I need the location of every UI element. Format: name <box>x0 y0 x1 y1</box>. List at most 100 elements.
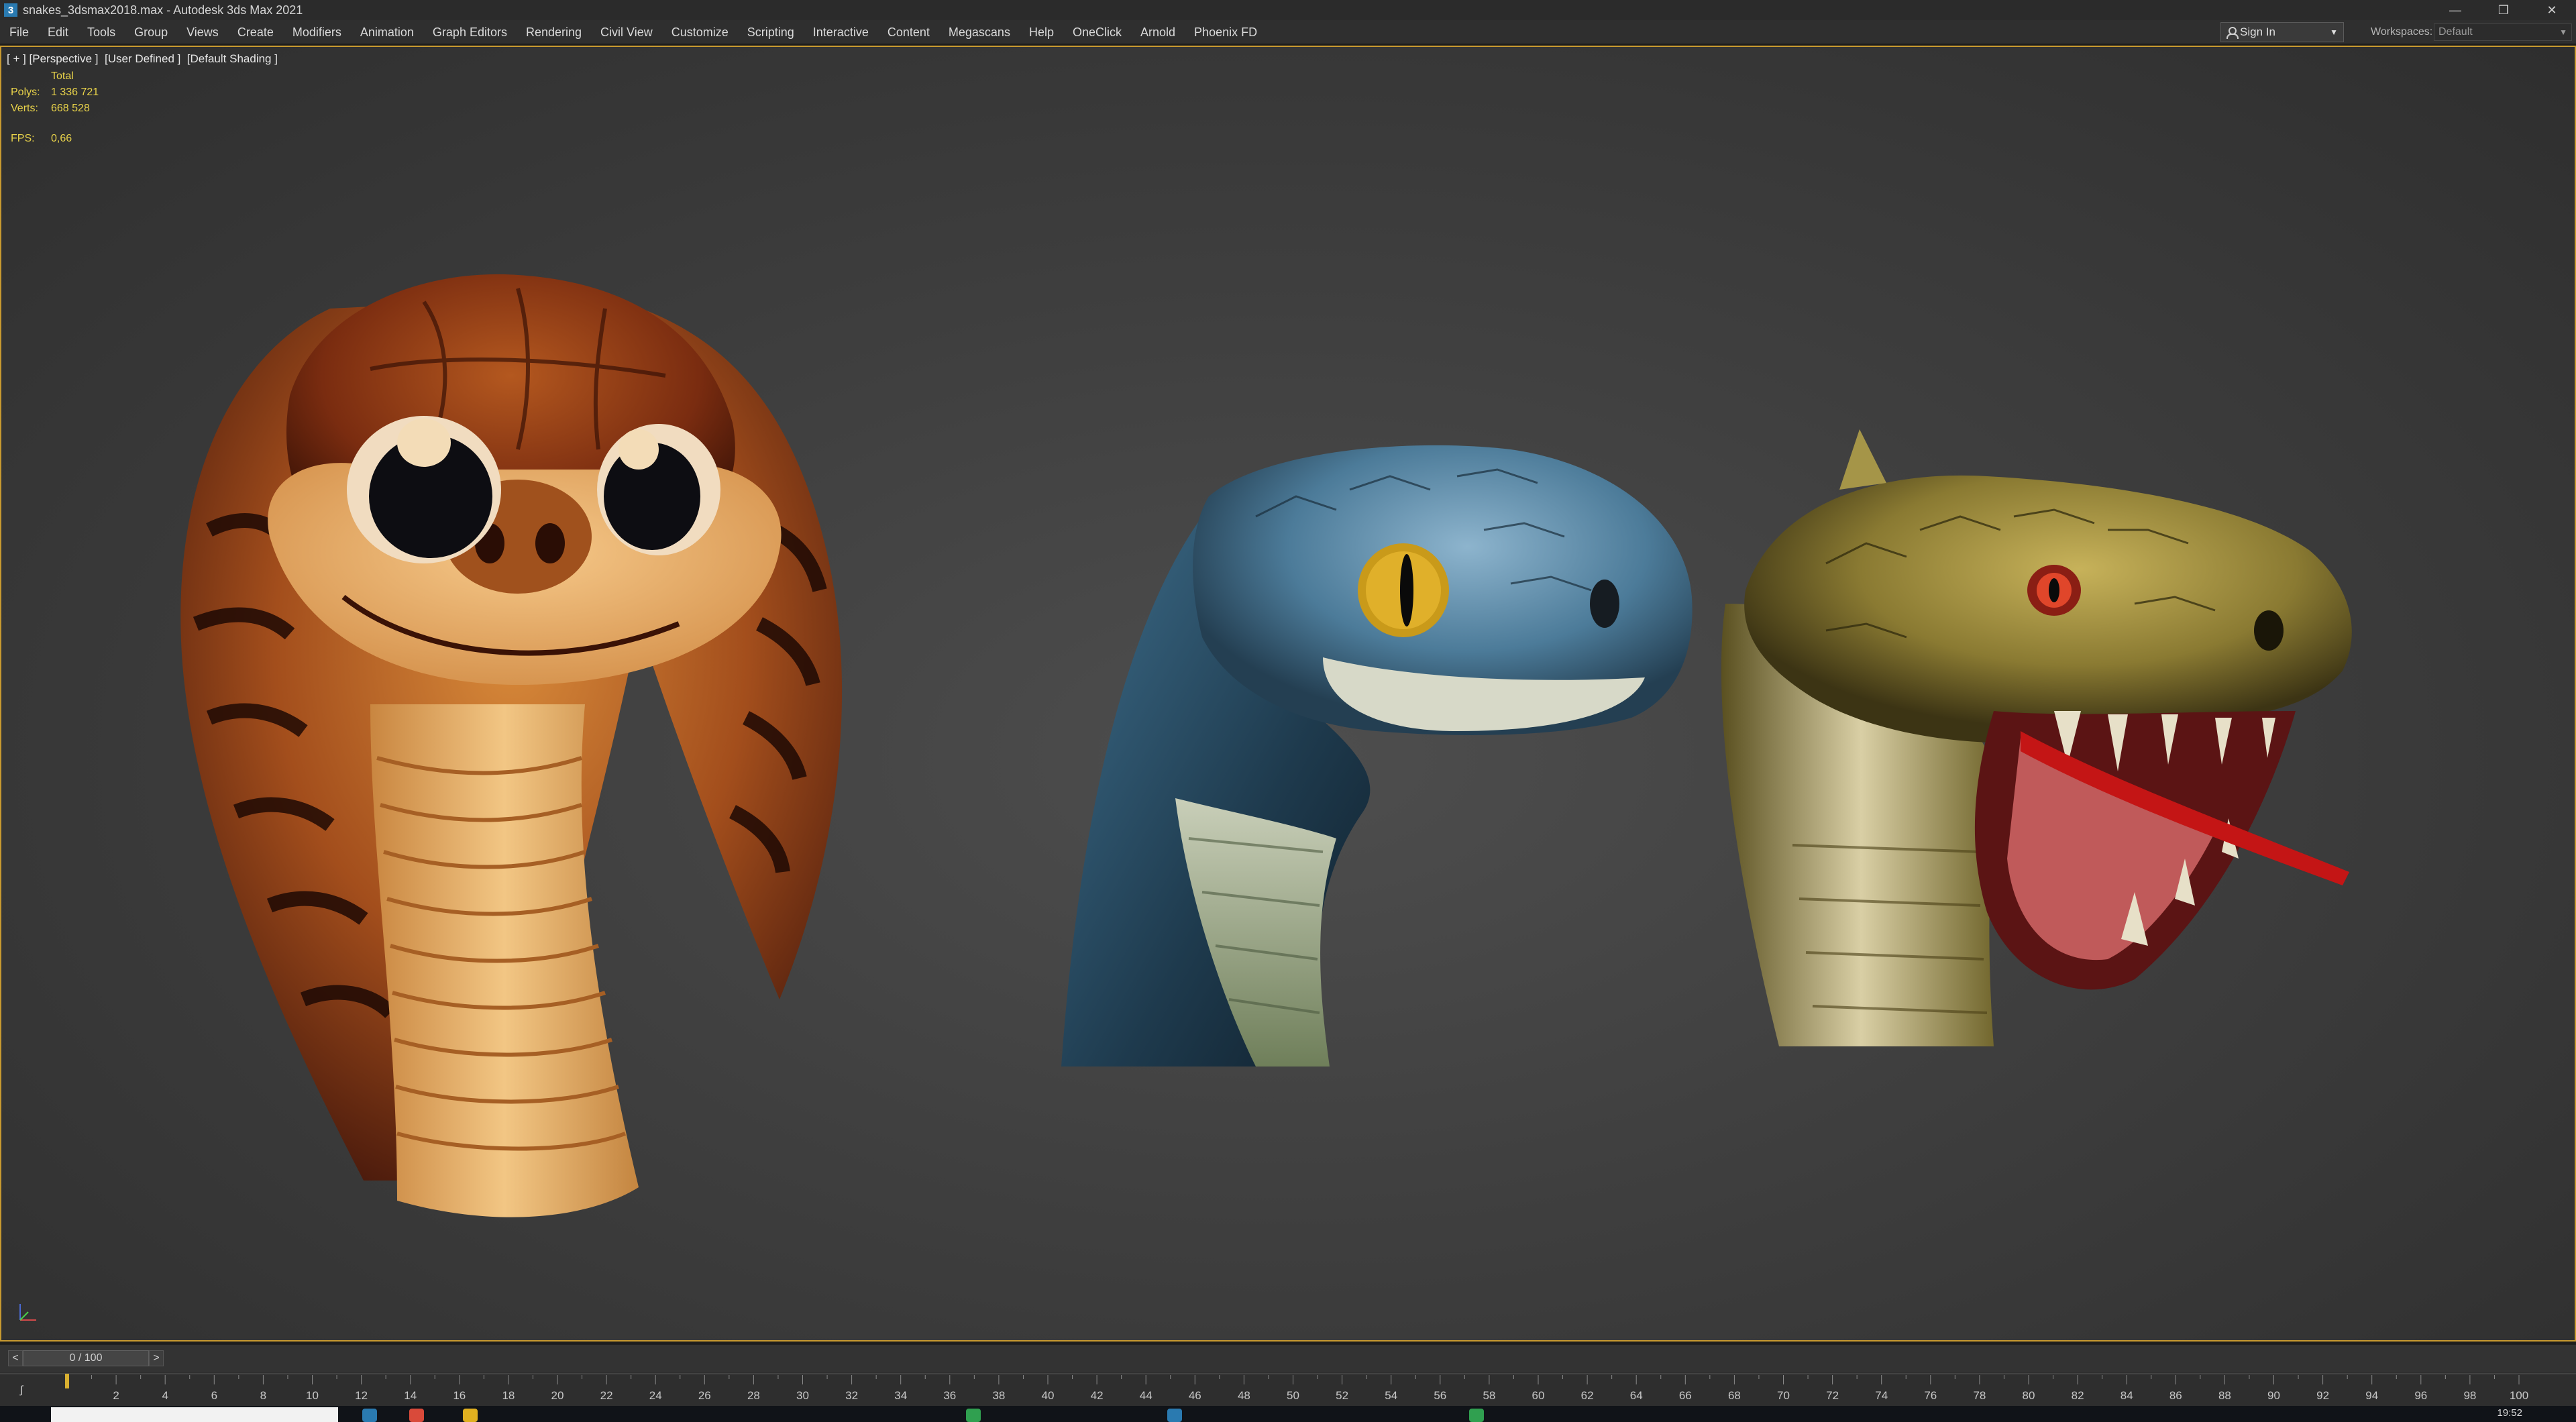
ruler-tick-label: 82 <box>2072 1389 2084 1402</box>
ruler-tick-label: 22 <box>600 1389 613 1402</box>
ruler-tick-label: 10 <box>306 1389 319 1402</box>
verts-label: Verts: <box>11 103 38 114</box>
ruler-tick-label: 28 <box>747 1389 760 1402</box>
ruler-tick-label: 90 <box>2267 1389 2280 1402</box>
menu-create[interactable]: Create <box>228 20 283 44</box>
menu-graph-editors[interactable]: Graph Editors <box>423 20 517 44</box>
track-bar[interactable]: ∫ 2 4 6 8 10 12 14 16 18 20 22 24 26 28 30 32 34 36 38 40 42… <box>0 1372 2576 1406</box>
ruler-tick-label: 98 <box>2463 1389 2476 1402</box>
taskbar-clock: 19:52 <box>2497 1407 2522 1419</box>
taskbar-app-icon[interactable] <box>1469 1409 1484 1422</box>
blue-viper-model[interactable] <box>1055 436 1699 1080</box>
ruler-tick-label: 74 <box>1875 1389 1888 1402</box>
sign-in-dropdown[interactable]: Sign In ▼ <box>2220 22 2344 42</box>
ruler-tick-label: 6 <box>211 1389 217 1402</box>
olive-rattlesnake-model[interactable] <box>1705 429 2376 1066</box>
3dsmax-window: 3 snakes_3dsmax2018.max - Autodesk 3ds M… <box>0 0 2576 1422</box>
current-frame-marker[interactable] <box>65 1374 69 1388</box>
cartoon-cobra-model[interactable] <box>169 248 887 1234</box>
ruler-tick-label: 14 <box>404 1389 417 1402</box>
ruler-tick-label: 16 <box>453 1389 466 1402</box>
ruler-tick-label: 42 <box>1091 1389 1104 1402</box>
title-bar: 3 snakes_3dsmax2018.max - Autodesk 3ds M… <box>0 0 2576 20</box>
ruler-tick-label: 100 <box>2510 1389 2528 1402</box>
next-frame-button[interactable]: > <box>149 1350 164 1366</box>
menu-group[interactable]: Group <box>125 20 177 44</box>
menu-help[interactable]: Help <box>1020 20 1063 44</box>
menu-phoenix-fd[interactable]: Phoenix FD <box>1185 20 1267 44</box>
taskbar-search-box[interactable] <box>51 1407 338 1422</box>
ruler-tick-label: 18 <box>502 1389 515 1402</box>
viewport-label[interactable]: [ + ] [Perspective ] [User Defined ] [De… <box>7 52 278 66</box>
taskbar-app-icon[interactable] <box>966 1409 981 1422</box>
menu-customize[interactable]: Customize <box>662 20 738 44</box>
dropdown-arrow-icon: ▼ <box>2330 28 2338 37</box>
axis-tripod-icon <box>19 1304 36 1321</box>
taskbar-app-icon[interactable] <box>1167 1409 1182 1422</box>
menu-animation[interactable]: Animation <box>351 20 423 44</box>
minimize-icon[interactable]: — <box>2431 0 2479 20</box>
menu-rendering[interactable]: Rendering <box>517 20 591 44</box>
ruler-tick-label: 32 <box>845 1389 858 1402</box>
menu-arnold[interactable]: Arnold <box>1131 20 1185 44</box>
menu-tools[interactable]: Tools <box>78 20 125 44</box>
polys-value: 1 336 721 <box>51 87 99 98</box>
window-title: snakes_3dsmax2018.max - Autodesk 3ds Max… <box>23 3 303 17</box>
ruler-tick-label: 56 <box>1434 1389 1446 1402</box>
time-slider-handle[interactable]: 0 / 100 <box>23 1350 149 1366</box>
ruler-tick-label: 4 <box>162 1389 168 1402</box>
sign-in-label: Sign In <box>2240 25 2275 38</box>
menu-civil-view[interactable]: Civil View <box>591 20 662 44</box>
ruler-tick-label: 58 <box>1483 1389 1495 1402</box>
ruler-tick-label: 44 <box>1140 1389 1152 1402</box>
ruler-tick-label: 96 <box>2414 1389 2427 1402</box>
ruler-tick-label: 50 <box>1287 1389 1299 1402</box>
window-controls: — ❐ ✕ <box>2431 0 2576 20</box>
perspective-viewport[interactable]: [ + ] [Perspective ] [User Defined ] [De… <box>0 46 2576 1342</box>
polys-label: Polys: <box>11 87 40 98</box>
menu-edit[interactable]: Edit <box>38 20 78 44</box>
menu-megascans[interactable]: Megascans <box>939 20 1020 44</box>
menu-file[interactable]: File <box>0 20 38 44</box>
ruler-tick-label: 40 <box>1042 1389 1055 1402</box>
scene-statistics: Total Polys: 1 336 721 Verts: 668 528 <box>11 68 131 117</box>
ruler-tick-label: 80 <box>2023 1389 2035 1402</box>
app-icon[interactable]: 3 <box>4 3 17 17</box>
ruler-tick-label: 64 <box>1630 1389 1643 1402</box>
menu-content[interactable]: Content <box>878 20 939 44</box>
ruler-tick-label: 92 <box>2316 1389 2329 1402</box>
workspaces-label: Workspaces: <box>2371 26 2433 38</box>
ruler-tick-label: 12 <box>355 1389 368 1402</box>
stats-header: Total <box>51 70 74 82</box>
verts-value: 668 528 <box>51 103 90 114</box>
menu-scripting[interactable]: Scripting <box>738 20 804 44</box>
ruler-tick-label: 26 <box>698 1389 711 1402</box>
workspace-select[interactable]: Default ▼ <box>2434 23 2572 41</box>
taskbar-app-icon[interactable] <box>362 1409 377 1422</box>
ruler-tick-label: 66 <box>1679 1389 1692 1402</box>
ruler-tick-label: 34 <box>894 1389 907 1402</box>
taskbar-app-icon[interactable] <box>409 1409 424 1422</box>
dropdown-arrow-icon: ▼ <box>2559 28 2567 37</box>
menu-modifiers[interactable]: Modifiers <box>283 20 351 44</box>
workspace-value: Default <box>2438 26 2473 38</box>
ruler-tick-label: 48 <box>1238 1389 1250 1402</box>
menu-views[interactable]: Views <box>177 20 228 44</box>
restore-icon[interactable]: ❐ <box>2479 0 2528 20</box>
close-icon[interactable]: ✕ <box>2528 0 2576 20</box>
windows-taskbar: 19:52 <box>0 1406 2576 1422</box>
menu-oneclick[interactable]: OneClick <box>1063 20 1131 44</box>
taskbar-app-icon[interactable] <box>463 1409 478 1422</box>
menu-interactive[interactable]: Interactive <box>804 20 878 44</box>
ruler-tick-label: 86 <box>2169 1389 2182 1402</box>
ruler-tick-label: 24 <box>649 1389 662 1402</box>
fps-label: FPS: <box>11 133 35 144</box>
ruler-tick-label: 8 <box>260 1389 266 1402</box>
prev-frame-button[interactable]: < <box>8 1350 23 1366</box>
ruler-tick-label: 94 <box>2365 1389 2378 1402</box>
ruler-tick-label: 84 <box>2121 1389 2133 1402</box>
ruler-tick-label: 60 <box>1532 1389 1545 1402</box>
menu-bar: File Edit Tools Group Views Create Modif… <box>0 20 2576 44</box>
time-slider[interactable]: < 0 / 100 > <box>0 1344 2576 1372</box>
ruler-tick-label: 46 <box>1189 1389 1201 1402</box>
